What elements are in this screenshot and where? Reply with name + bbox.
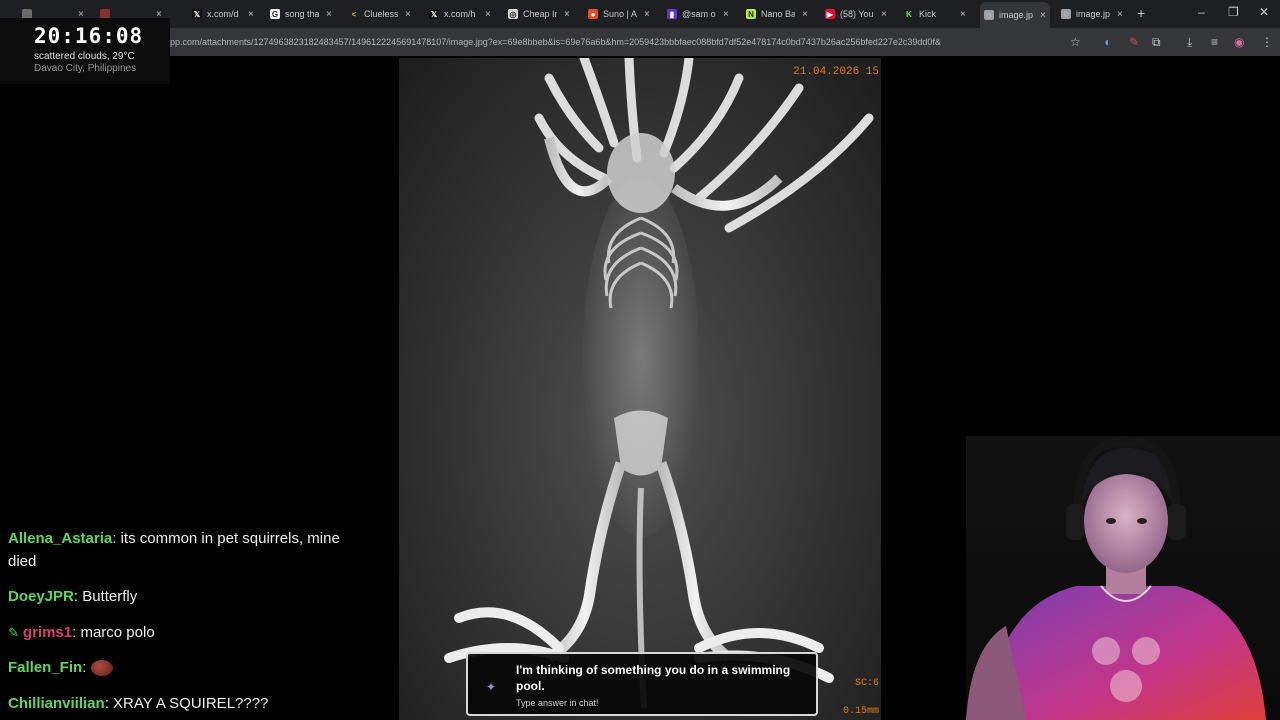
browser-tab[interactable]: ◎ Cheap In × xyxy=(508,4,570,24)
tab-close-icon[interactable]: × xyxy=(802,9,808,20)
chat-text: Butterfly xyxy=(82,588,138,605)
streamer-silhouette-graphic xyxy=(966,436,1266,720)
tab-title: (58) You xyxy=(840,9,874,19)
game-controller-icon: ✦ xyxy=(486,680,497,694)
meat-emote-icon xyxy=(90,660,113,677)
browser-tab[interactable]: Gsong tha × xyxy=(270,4,332,24)
tab-title: Suno | AI xyxy=(603,9,637,19)
tab-favicon-icon: ◎ xyxy=(508,9,518,19)
browser-tab[interactable]: K Kick × xyxy=(904,4,966,24)
profile-avatar-icon[interactable]: ◉ xyxy=(1234,35,1244,49)
tab-title: Cheap In xyxy=(523,9,557,19)
chat-message: ✎ grims1: marco polo xyxy=(8,621,353,644)
squirrel-skeleton-graphic xyxy=(444,58,874,709)
weather-text: scattered clouds, 29°C xyxy=(34,51,135,62)
tab-favicon-icon: 𝕏 xyxy=(192,9,202,19)
tab-close-icon[interactable]: × xyxy=(248,9,254,20)
tab-title: @sam o xyxy=(682,9,716,19)
tab-title: image.jp xyxy=(999,10,1033,20)
new-tab-button[interactable]: + xyxy=(1137,5,1145,21)
tab-close-icon[interactable]: × xyxy=(881,9,887,20)
chat-username[interactable]: Allena_Astaria xyxy=(8,530,112,547)
browser-tab[interactable]: ▶ (58) You × xyxy=(825,4,887,24)
tab-favicon-icon: ▶ xyxy=(825,9,835,19)
tab-favicon-icon: ◌ xyxy=(1061,9,1071,19)
download-icon[interactable]: ⤓ xyxy=(1187,35,1192,50)
tab-favicon-icon: ◌ xyxy=(984,10,994,20)
xray-scale-mm: 0.15mm xyxy=(842,706,879,717)
tab-title: song tha xyxy=(285,9,319,19)
chat-message: Fallen_Fin: xyxy=(8,656,353,679)
guess-prompt-box: ✦ I'm thinking of something you do in a … xyxy=(466,652,818,716)
chat-username[interactable]: DoeyJPR xyxy=(8,588,74,605)
xray-date-stamp: 21.04.2026 15 xyxy=(793,66,879,78)
tab-title: image.jp xyxy=(1076,9,1110,19)
tab-title: Clueless xyxy=(364,9,398,19)
xray-scale-code: SC:6 xyxy=(854,678,879,689)
browser-tab[interactable]: 𝕏x.com/d × xyxy=(192,4,254,24)
browser-tab[interactable]: N Nano Ba × xyxy=(746,4,808,24)
browser-tab[interactable]: ◌ image.jp × xyxy=(980,2,1050,28)
browser-tab[interactable]: ▮ @sam o × xyxy=(667,4,729,24)
prompt-question: I'm thinking of something you do in a sw… xyxy=(516,663,791,693)
extension-audio-icon[interactable]: ◖ xyxy=(1103,35,1110,49)
webcam-feed xyxy=(966,436,1280,720)
browser-tab[interactable]: ● Suno | AI × xyxy=(588,4,650,24)
menu-dots-icon[interactable]: ⋮ xyxy=(1261,35,1273,49)
location-text: Davao City, Philippines xyxy=(34,63,137,74)
chat-username[interactable]: Chillianviilian xyxy=(8,695,105,712)
tab-search-icon[interactable]: ≡ xyxy=(1211,35,1218,49)
prompt-hint: Type answer in chat! xyxy=(516,698,599,708)
bookmark-star-icon[interactable]: ☆ xyxy=(1070,35,1081,49)
xray-image: 21.04.2026 15 SC:6 0.15mm xyxy=(399,58,881,720)
tab-close-icon[interactable]: × xyxy=(405,9,411,20)
tab-title: x.com/d xyxy=(207,9,239,19)
browser-tab[interactable]: ◌ image.jp × xyxy=(1061,4,1123,24)
tab-strip: × × 𝕏x.com/d × Gsong tha × < Clueless × 𝕏x.com/h ×… xyxy=(0,0,1280,28)
tab-title: x.com/h xyxy=(444,9,476,19)
tab-title: Nano Ba xyxy=(761,9,795,19)
browser-tab[interactable]: 𝕏x.com/h × xyxy=(429,4,491,24)
chat-username[interactable]: Fallen_Fin xyxy=(8,659,82,676)
tab-favicon-icon: ▮ xyxy=(667,9,677,19)
browser-tab[interactable]: < Clueless × xyxy=(349,4,411,24)
chat-panel: Allena_Astaria: its common in pet squirr… xyxy=(0,520,360,720)
tab-title: Kick xyxy=(919,9,937,19)
chat-username[interactable]: grims1 xyxy=(23,624,72,641)
address-toolbar: pp.com/attachments/1274963823182483457/1… xyxy=(0,28,1280,56)
tab-close-icon[interactable]: × xyxy=(644,9,650,20)
tab-favicon-icon: K xyxy=(904,9,914,19)
extension-pen-icon[interactable]: ✎ xyxy=(1129,35,1139,49)
address-bar[interactable]: pp.com/attachments/1274963823182483457/1… xyxy=(170,37,970,47)
tab-close-icon[interactable]: × xyxy=(723,9,729,20)
restore-button[interactable]: ❐ xyxy=(1228,5,1239,19)
tab-favicon-icon: 𝕏 xyxy=(429,9,439,19)
tab-close-icon[interactable]: × xyxy=(485,9,491,20)
tab-favicon-icon: < xyxy=(349,9,359,19)
tab-favicon-icon: ● xyxy=(588,9,598,19)
user-badge-icon: ✎ xyxy=(8,625,19,640)
tab-close-icon[interactable]: × xyxy=(564,9,570,20)
chat-message: DoeyJPR: Butterfly xyxy=(8,588,138,605)
extensions-puzzle-icon[interactable]: ⧉ xyxy=(1152,35,1161,50)
tab-close-icon[interactable]: × xyxy=(1040,10,1046,21)
chat-message: Chillianviilian: XRAY A SQUIREL???? xyxy=(8,695,269,712)
clock-time: 20:16:08 xyxy=(34,24,144,48)
chat-message: Allena_Astaria: its common in pet squirr… xyxy=(8,530,340,570)
chat-text: XRAY A SQUIREL???? xyxy=(113,695,269,712)
tab-close-icon[interactable]: × xyxy=(326,9,332,20)
tab-close-icon[interactable]: × xyxy=(1117,9,1123,20)
tab-favicon-icon: G xyxy=(270,9,280,19)
minimize-button[interactable]: – xyxy=(1198,5,1205,19)
tab-favicon-icon: N xyxy=(746,9,756,19)
clock-weather-overlay: 20:16:08 scattered clouds, 29°C Davao Ci… xyxy=(0,18,170,84)
tab-close-icon[interactable]: × xyxy=(960,9,966,20)
chat-text: marco polo xyxy=(80,624,155,641)
close-window-button[interactable]: ✕ xyxy=(1259,5,1269,19)
